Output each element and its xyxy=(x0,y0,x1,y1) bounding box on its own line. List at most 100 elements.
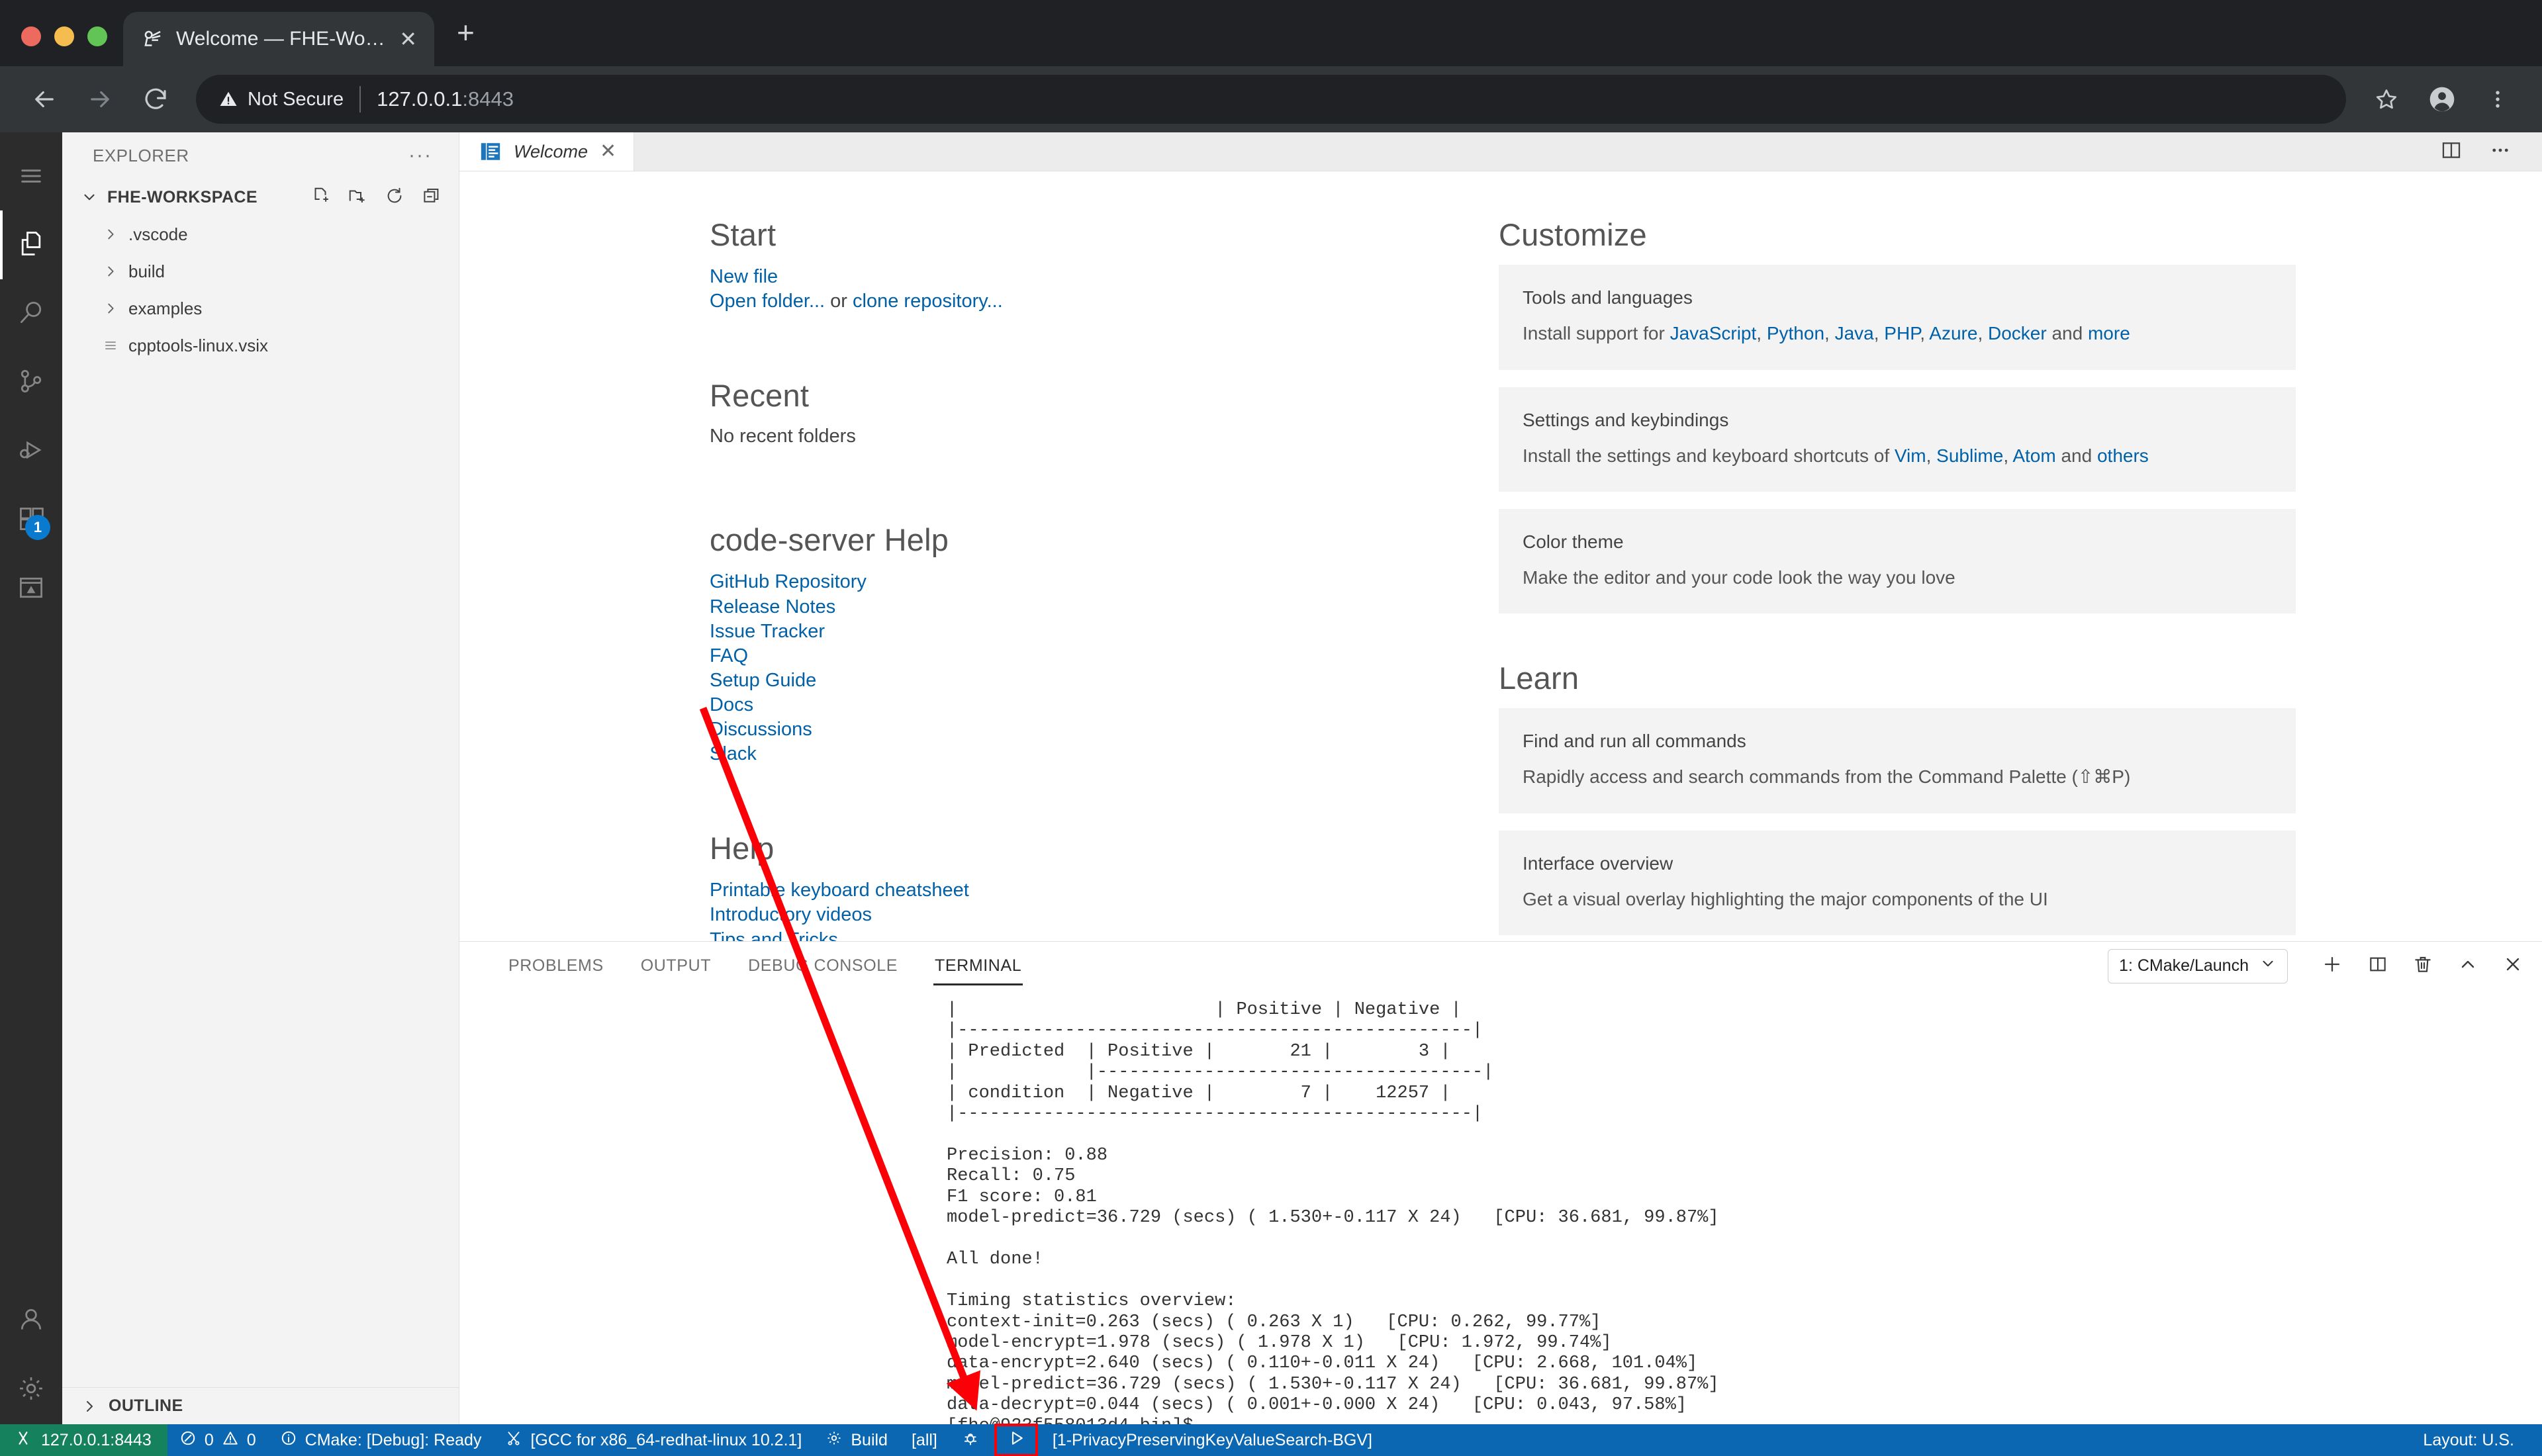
tree-item[interactable]: cpptools-linux.vsix xyxy=(62,327,459,364)
back-icon[interactable] xyxy=(20,75,69,124)
card-settings-and-keybindings[interactable]: Settings and keybindings Install the set… xyxy=(1499,387,2296,492)
customize-heading: Customize xyxy=(1499,217,1647,253)
refresh-icon[interactable] xyxy=(385,186,404,209)
card-color-theme[interactable]: Color theme Make the editor and your cod… xyxy=(1499,509,2296,614)
chevron-down-icon xyxy=(2259,955,2277,977)
collapse-all-icon[interactable] xyxy=(422,186,442,209)
tree-item[interactable]: .vscode xyxy=(62,216,459,253)
new-folder-icon[interactable] xyxy=(348,186,367,209)
new-file-icon[interactable] xyxy=(310,186,330,209)
link-javascript[interactable]: JavaScript xyxy=(1670,323,1757,343)
tree-item[interactable]: examples xyxy=(62,290,459,327)
status-remote-host[interactable]: 127.0.0.1:8443 xyxy=(0,1424,167,1456)
link-php[interactable]: PHP xyxy=(1884,323,1920,343)
help-link-intro-videos[interactable]: Introductory videos xyxy=(710,903,1499,927)
close-icon[interactable]: ✕ xyxy=(399,28,417,50)
editor-tab-bar: Welcome ✕ xyxy=(459,132,2542,172)
kill-terminal-icon[interactable] xyxy=(2412,954,2433,978)
maximize-window-button[interactable] xyxy=(87,26,107,46)
help-link-issue-tracker[interactable]: Issue Tracker xyxy=(710,619,1499,644)
clone-repository-link[interactable]: clone repository... xyxy=(853,291,1003,312)
status-keyboard-layout[interactable]: Layout: U.S. xyxy=(2411,1424,2526,1456)
outline-section-header[interactable]: OUTLINE xyxy=(62,1387,459,1424)
link-vim[interactable]: Vim xyxy=(1895,445,1926,466)
card-find-and-run-commands[interactable]: Find and run all commands Rapidly access… xyxy=(1499,708,2296,813)
terminal-selector[interactable]: 1: CMake/Launch xyxy=(2108,948,2288,983)
reload-icon[interactable] xyxy=(131,75,180,124)
layout-label: Layout: U.S. xyxy=(2423,1430,2514,1449)
tab-problems[interactable]: PROBLEMS xyxy=(490,942,622,991)
sidebar-item-source-control[interactable] xyxy=(0,348,62,417)
help-link-setup-guide[interactable]: Setup Guide xyxy=(710,668,1499,693)
help-link-github-repository[interactable]: GitHub Repository xyxy=(710,570,1499,594)
status-cmake[interactable]: CMake: [Debug]: Ready xyxy=(268,1424,494,1456)
address-bar[interactable]: Not Secure 127.0.0.1:8443 xyxy=(196,75,2346,124)
window-traffic-lights[interactable] xyxy=(0,26,123,66)
bookmark-star-icon[interactable] xyxy=(2362,75,2411,124)
status-build[interactable]: Build xyxy=(814,1424,900,1456)
status-build-target[interactable]: [all] xyxy=(900,1424,949,1456)
tab-debug-console[interactable]: DEBUG CONSOLE xyxy=(730,942,916,991)
sidebar-item-search[interactable] xyxy=(0,279,62,348)
link-others[interactable]: others xyxy=(2097,445,2149,466)
sidebar-item-cmake[interactable] xyxy=(0,555,62,623)
new-tab-button[interactable]: + xyxy=(457,17,475,48)
help-link-cheatsheet[interactable]: Printable keyboard cheatsheet xyxy=(710,878,1499,903)
link-java[interactable]: Java xyxy=(1835,323,1874,343)
split-editor-icon[interactable] xyxy=(2440,139,2463,165)
close-icon[interactable]: ✕ xyxy=(600,142,616,161)
help-link-docs[interactable]: Docs xyxy=(710,693,1499,717)
status-kit[interactable]: [GCC for x86_64-redhat-linux 10.2.1] xyxy=(493,1424,814,1456)
card-subtitle: Install the settings and keyboard shortc… xyxy=(1523,445,2149,466)
workspace-section-header[interactable]: FHE-WORKSPACE xyxy=(62,179,459,216)
status-problems[interactable]: 0 0 xyxy=(167,1424,268,1456)
tree-item-label: examples xyxy=(128,298,203,318)
help-link-slack[interactable]: Slack xyxy=(710,742,1499,766)
link-atom[interactable]: Atom xyxy=(2012,445,2055,466)
help-link-tips-and-tricks[interactable]: Tips and Tricks xyxy=(710,928,1499,941)
link-more[interactable]: more xyxy=(2088,323,2130,343)
security-indicator[interactable]: Not Secure xyxy=(218,89,344,111)
error-count: 0 xyxy=(204,1430,214,1449)
help-link-release-notes[interactable]: Release Notes xyxy=(710,595,1499,619)
close-panel-icon[interactable] xyxy=(2502,954,2523,978)
card-tools-and-languages[interactable]: Tools and languages Install support for … xyxy=(1499,265,2296,370)
link-python[interactable]: Python xyxy=(1767,323,1824,343)
sidebar-item-extensions[interactable]: 1 xyxy=(0,486,62,555)
more-actions-icon[interactable]: ··· xyxy=(408,144,432,167)
sidebar-item-run-and-debug[interactable] xyxy=(0,417,62,486)
tab-output[interactable]: OUTPUT xyxy=(622,942,730,991)
status-run-button[interactable] xyxy=(992,1424,1041,1456)
help-link-discussions[interactable]: Discussions xyxy=(710,717,1499,742)
profile-avatar-icon[interactable] xyxy=(2418,75,2467,124)
maximize-panel-icon[interactable] xyxy=(2457,954,2478,978)
open-folder-link[interactable]: Open folder... xyxy=(710,291,825,312)
browser-tab-title: Welcome — FHE-Workspace — xyxy=(176,28,389,50)
minimize-window-button[interactable] xyxy=(54,26,74,46)
card-interface-overview[interactable]: Interface overview Get a visual overlay … xyxy=(1499,830,2296,936)
link-azure[interactable]: Azure xyxy=(1929,323,1977,343)
menu-hamburger-icon[interactable] xyxy=(0,142,62,210)
manage-settings-button[interactable] xyxy=(0,1355,62,1424)
panel-spacer xyxy=(1040,942,2108,991)
help-link-faq[interactable]: FAQ xyxy=(710,644,1499,668)
status-debug[interactable] xyxy=(949,1424,992,1456)
new-file-link[interactable]: New file xyxy=(710,265,1499,289)
link-sublime[interactable]: Sublime xyxy=(1936,445,2003,466)
tab-terminal[interactable]: TERMINAL xyxy=(916,942,1040,991)
tree-item[interactable]: build xyxy=(62,253,459,290)
link-docker[interactable]: Docker xyxy=(1988,323,2047,343)
more-actions-icon[interactable] xyxy=(2489,139,2512,165)
status-launch-target[interactable]: [1-PrivacyPreservingKeyValueSearch-BGV] xyxy=(1041,1424,1384,1456)
close-window-button[interactable] xyxy=(21,26,41,46)
browser-menu-icon[interactable] xyxy=(2473,75,2522,124)
terminal-output[interactable]: | | Positive | Negative | |-------------… xyxy=(459,991,2542,1424)
accounts-button[interactable] xyxy=(0,1287,62,1355)
browser-tab[interactable]: Welcome — FHE-Workspace — ✕ xyxy=(123,12,434,66)
forward-icon[interactable] xyxy=(75,75,124,124)
split-terminal-icon[interactable] xyxy=(2367,954,2388,978)
new-terminal-icon[interactable] xyxy=(2321,953,2343,979)
tab-welcome[interactable]: Welcome ✕ xyxy=(459,132,635,171)
sidebar-item-explorer[interactable] xyxy=(0,210,62,279)
warning-count: 0 xyxy=(246,1430,256,1449)
